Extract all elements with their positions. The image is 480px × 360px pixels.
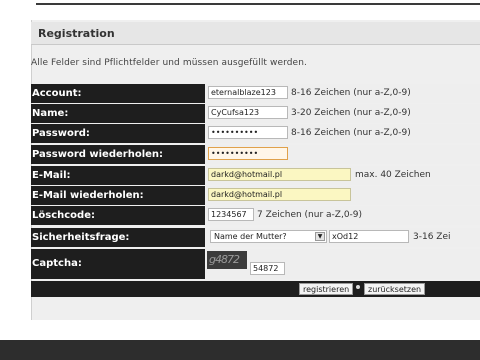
captcha-image-text: g4872 (209, 253, 240, 266)
register-button[interactable]: registrieren (299, 283, 354, 295)
security-question-select[interactable]: Name der Mutter? ▼ (210, 230, 327, 243)
row-name: Name: CyCufsa123 3-20 Zeichen (nur a-Z,0… (31, 104, 480, 123)
password-repeat-input[interactable]: •••••••••• (208, 147, 288, 160)
name-input[interactable]: CyCufsa123 (208, 106, 288, 119)
email-hint: max. 40 Zeichen (355, 170, 431, 180)
row-email-repeat: E-Mail wiederholen: darkd@hotmail.pl (31, 186, 480, 205)
row-captcha: Captcha: g4872 54872 (31, 249, 480, 279)
row-password: Password: •••••••••• 8-16 Zeichen (nur a… (31, 124, 480, 143)
email-label: E-Mail: (31, 166, 205, 185)
chevron-down-icon[interactable]: ▼ (315, 232, 325, 241)
delete-code-hint: 7 Zeichen (nur a-Z,0-9) (257, 210, 363, 220)
password-repeat-label: Password wiederholen: (31, 145, 205, 164)
top-bar (0, 0, 480, 20)
row-account: Account: eternalblaze123 8-16 Zeichen (n… (31, 84, 480, 103)
page-title: Registration (38, 27, 115, 40)
captcha-image: g4872 (207, 251, 247, 269)
row-security-question: Sicherheitsfrage: Name der Mutter? ▼ xOd… (31, 228, 480, 247)
name-hint: 3-20 Zeichen (nur a-Z,0-9) (291, 108, 411, 118)
delete-code-input[interactable]: 1234567 (208, 208, 254, 221)
delete-code-label: Löschcode: (31, 206, 205, 225)
separator-dot (356, 285, 360, 289)
section-header: Registration (31, 22, 480, 45)
button-bar: registrieren zurücksetzen (31, 281, 480, 297)
password-label: Password: (31, 124, 205, 143)
captcha-input[interactable]: 54872 (250, 262, 285, 275)
email-input[interactable]: darkd@hotmail.pl (208, 168, 351, 181)
row-email: E-Mail: darkd@hotmail.pl max. 40 Zeichen (31, 166, 480, 185)
account-input[interactable]: eternalblaze123 (208, 86, 288, 99)
top-divider (36, 3, 480, 5)
password-hint: 8-16 Zeichen (nur a-Z,0-9) (291, 128, 411, 138)
captcha-label: Captcha: (31, 249, 205, 279)
account-hint: 8-16 Zeichen (nur a-Z,0-9) (291, 88, 411, 98)
row-password-repeat: Password wiederholen: •••••••••• (31, 145, 480, 164)
security-question-value: Name der Mutter? (214, 232, 287, 241)
email-repeat-label: E-Mail wiederholen: (31, 186, 205, 205)
bottom-bar (0, 340, 480, 360)
password-input[interactable]: •••••••••• (208, 126, 288, 139)
name-label: Name: (31, 104, 205, 123)
row-delete-code: Löschcode: 1234567 7 Zeichen (nur a-Z,0-… (31, 206, 480, 225)
account-label: Account: (31, 84, 205, 103)
security-answer-input[interactable]: xOd12 (329, 230, 409, 243)
captcha-cell (206, 249, 480, 279)
security-question-label: Sicherheitsfrage: (31, 228, 205, 247)
reset-button[interactable]: zurücksetzen (364, 283, 426, 295)
email-repeat-input[interactable]: darkd@hotmail.pl (208, 188, 351, 201)
security-hint: 3-16 Zei (413, 232, 451, 242)
required-note: Alle Felder sind Pflichtfelder und müsse… (31, 58, 307, 68)
